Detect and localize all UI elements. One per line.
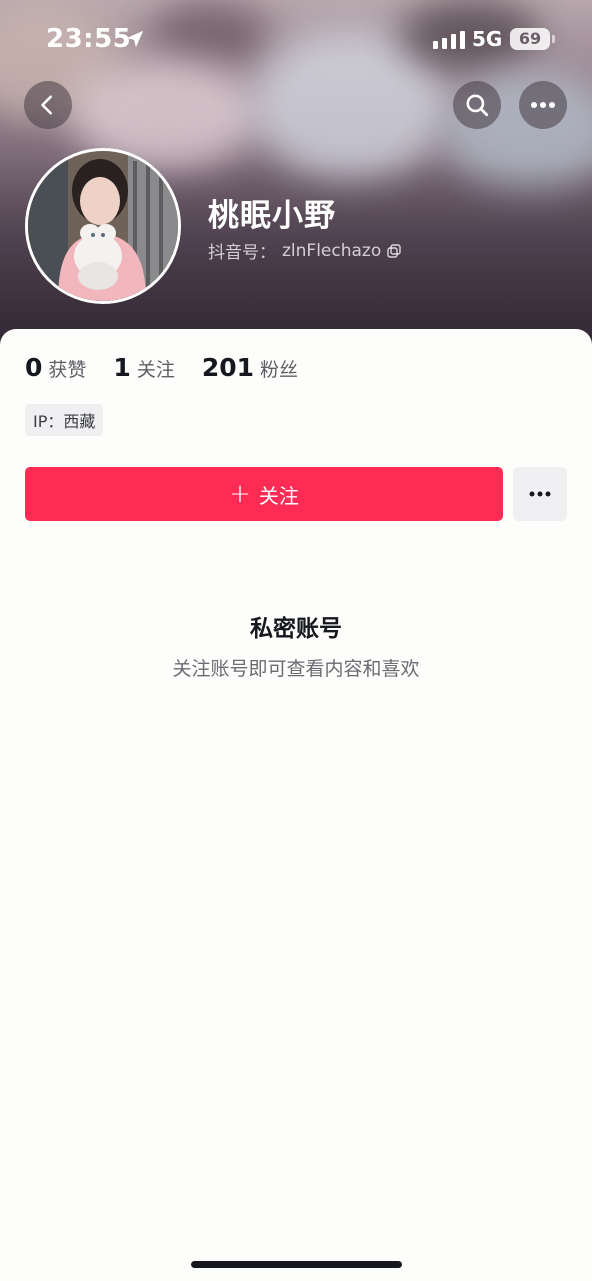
- ip-location-tag: IP：西藏: [25, 404, 104, 436]
- follow-button[interactable]: + 关注: [25, 467, 503, 521]
- stat-following[interactable]: 1 关注: [113, 353, 174, 382]
- profile-id-label: 抖音号：: [208, 243, 276, 263]
- ellipsis-icon: [529, 491, 551, 497]
- private-account-title: 私密账号: [250, 616, 342, 642]
- stat-label: 获赞: [48, 359, 87, 381]
- signal-icon: [433, 31, 465, 49]
- stat-value: 1: [113, 353, 131, 382]
- avatar-photo: [28, 151, 178, 301]
- more-options-button[interactable]: [513, 467, 567, 521]
- follow-label: 关注: [258, 483, 299, 508]
- battery-level: 69: [518, 29, 542, 48]
- stat-likes[interactable]: 0 获赞: [25, 353, 86, 382]
- search-icon: [466, 94, 489, 117]
- stat-value: 0: [25, 353, 43, 382]
- stat-value: 201: [201, 353, 255, 382]
- profile-name: 桃眠小野: [208, 198, 336, 234]
- copy-icon[interactable]: [387, 243, 401, 258]
- home-indicator[interactable]: [191, 1261, 402, 1268]
- search-button[interactable]: [453, 81, 501, 129]
- stat-followers[interactable]: 201 粉丝: [202, 353, 298, 382]
- profile-content-card: 0 获赞 1 关注 201 粉丝 IP：西藏 + 关注 私密账号 关注账号即可查…: [0, 329, 592, 1281]
- profile-stats: 0 获赞 1 关注 201 粉丝: [25, 353, 325, 382]
- plus-icon: +: [229, 479, 251, 509]
- location-arrow-icon: [126, 30, 144, 48]
- ellipsis-icon: [531, 102, 555, 108]
- battery-icon: 69: [510, 28, 550, 50]
- profile-id: 抖音号： zlnFlechazo: [208, 238, 401, 263]
- status-time: 23:55: [46, 24, 132, 54]
- avatar[interactable]: [25, 148, 181, 304]
- back-button[interactable]: [24, 81, 72, 129]
- status-bar: 23:55 5G 69: [0, 0, 592, 80]
- private-account-subtitle: 关注账号即可查看内容和喜欢: [172, 658, 420, 680]
- chevron-left-icon: [41, 95, 53, 115]
- battery-tip: [552, 35, 555, 43]
- network-type: 5G: [472, 27, 503, 51]
- stat-label: 粉丝: [260, 359, 299, 381]
- stat-label: 关注: [136, 359, 175, 381]
- more-button[interactable]: [519, 81, 567, 129]
- profile-id-value: zlnFlechazo: [282, 240, 382, 261]
